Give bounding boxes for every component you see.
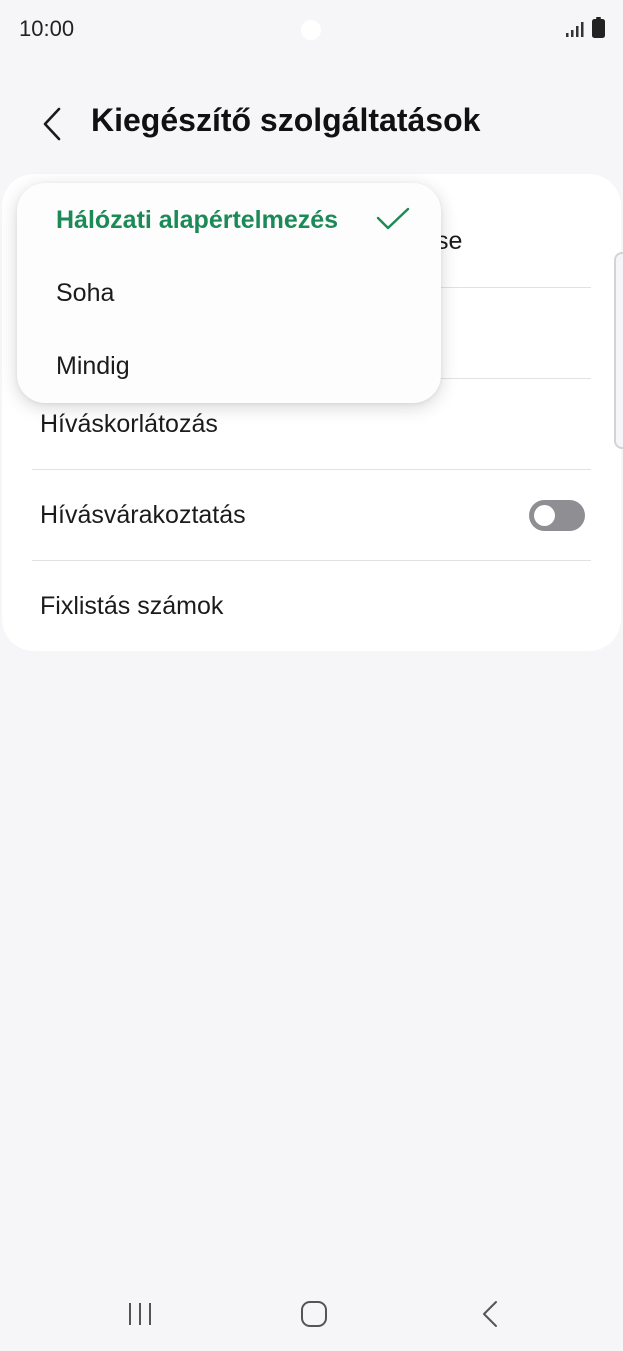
option-label: Hálózati alapértelmezés [56,206,339,234]
settings-row-fixed-dialing[interactable]: Fixlistás számok [32,561,591,652]
battery-icon [592,17,605,38]
status-bar: 10:00 [0,0,623,58]
options-dropdown: Hálózati alapértelmezés Soha Mindig [17,183,441,403]
navigation-bar [0,1280,623,1351]
check-icon [376,207,410,230]
recents-button[interactable] [110,1294,170,1334]
back-icon [483,1301,497,1327]
home-icon [301,1301,327,1327]
signal-icon [566,22,584,37]
option-always[interactable]: Mindig [17,329,441,402]
toggle-knob [534,505,555,526]
chevron-left-icon [43,107,61,141]
call-waiting-toggle[interactable] [529,500,585,531]
recents-icon [129,1303,151,1325]
page-title: Kiegészítő szolgáltatások [91,102,481,138]
row-label: Híváskorlátozás [40,410,218,438]
camera-cutout [301,20,321,40]
row-label: Hívásvárakoztatás [40,501,246,529]
nav-back-button[interactable] [460,1294,520,1334]
scroll-handle[interactable] [614,252,623,449]
option-label: Mindig [56,352,130,380]
option-network-default[interactable]: Hálózati alapértelmezés [17,183,441,256]
row-label: Fixlistás számok [40,592,224,620]
back-button[interactable] [30,100,74,148]
option-never[interactable]: Soha [17,256,441,329]
home-button[interactable] [284,1294,344,1334]
status-time: 10:00 [19,16,75,41]
app-header: Kiegészítő szolgáltatások [0,90,623,160]
settings-row-call-waiting[interactable]: Hívásvárakoztatás [32,470,591,561]
option-label: Soha [56,279,115,307]
